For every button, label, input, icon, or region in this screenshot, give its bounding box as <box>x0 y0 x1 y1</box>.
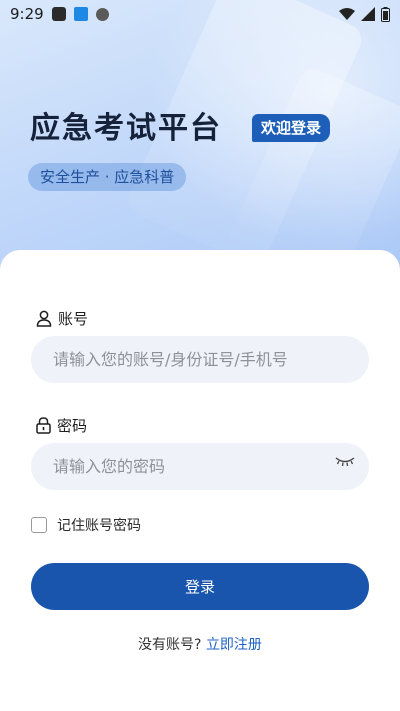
password-input[interactable] <box>31 443 369 490</box>
status-time: 9:29 <box>10 5 44 23</box>
remember-label: 记住账号密码 <box>57 518 141 534</box>
app-badge-icon <box>73 7 88 21</box>
register-link[interactable]: 立即注册 <box>206 637 262 653</box>
battery-icon <box>381 6 390 22</box>
eye-closed-icon[interactable] <box>335 455 355 467</box>
remember-row[interactable]: 记住账号密码 <box>31 515 141 535</box>
account-label: 账号 <box>36 308 88 329</box>
signal-icon <box>361 7 375 21</box>
register-prompt: 没有账号? <box>138 637 202 653</box>
app-square-icon <box>51 7 66 21</box>
account-label-text: 账号 <box>58 310 89 328</box>
password-label-text: 密码 <box>57 417 88 435</box>
register-row: 没有账号? 立即注册 <box>0 634 400 654</box>
status-icons <box>339 6 390 22</box>
wifi-icon <box>339 7 355 20</box>
circle-icon <box>95 7 109 21</box>
remember-checkbox[interactable] <box>31 517 47 533</box>
lock-icon <box>36 417 51 434</box>
welcome-badge: 欢迎登录 <box>252 114 331 142</box>
password-label: 密码 <box>36 415 87 436</box>
status-bar: 9:29 <box>0 0 400 28</box>
login-button[interactable]: 登录 <box>31 563 369 610</box>
user-icon <box>36 310 52 327</box>
account-input[interactable] <box>31 336 369 383</box>
subtitle-pill: 安全生产 · 应急科普 <box>28 163 187 191</box>
page-title: 应急考试平台 <box>30 111 222 146</box>
